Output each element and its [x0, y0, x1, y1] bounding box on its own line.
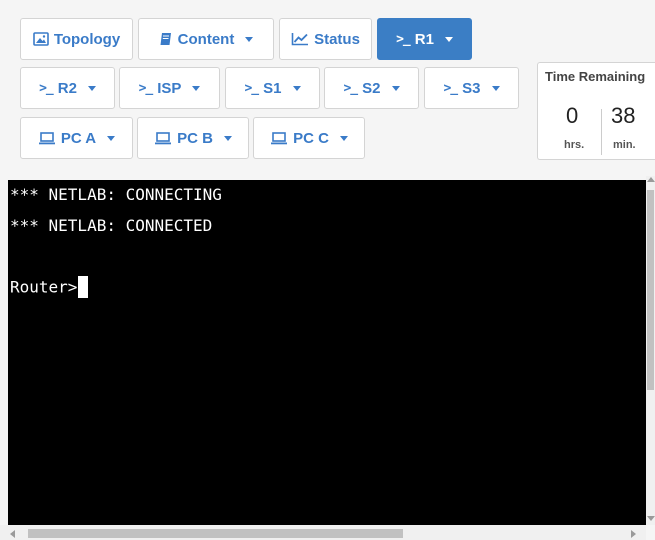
chevron-down-icon [87, 85, 96, 91]
laptop-icon [270, 131, 288, 145]
hours-unit: hrs. [564, 139, 585, 151]
terminal-prompt-icon: >_ [443, 80, 458, 96]
terminal-prompt-line: Router> [10, 276, 89, 299]
scroll-right-arrow-icon[interactable] [631, 530, 636, 538]
s1-label: S1 [263, 79, 282, 97]
hours-value: 0 [566, 103, 579, 128]
terminal-line: *** NETLAB: CONNECTED [10, 216, 213, 235]
pc-a-button[interactable]: PC A [20, 117, 133, 159]
minutes-value: 38 [611, 103, 636, 128]
terminal-console[interactable]: *** NETLAB: CONNECTING *** NETLAB: CONNE… [8, 180, 646, 525]
time-remaining-panel: Time Remaining 0 38 hrs. min. [537, 62, 655, 160]
r1-button[interactable]: >_ R1 [377, 18, 472, 60]
status-button[interactable]: Status [279, 18, 372, 60]
time-divider [601, 109, 602, 155]
r2-button[interactable]: >_ R2 [20, 67, 115, 109]
chevron-down-icon [223, 135, 232, 141]
vertical-scroll-thumb[interactable] [647, 190, 654, 390]
horizontal-scrollbar[interactable] [0, 525, 646, 540]
vertical-scrollbar[interactable] [646, 176, 655, 525]
s2-button[interactable]: >_ S2 [324, 67, 419, 109]
topology-label: Topology [53, 30, 121, 48]
terminal-prompt-icon: >_ [39, 80, 54, 96]
image-icon [33, 32, 49, 46]
laptop-icon [38, 131, 56, 145]
text-cursor [78, 276, 89, 298]
topology-button[interactable]: Topology [20, 18, 133, 60]
horizontal-scroll-thumb[interactable] [28, 529, 403, 538]
chevron-down-icon [391, 85, 400, 91]
time-remaining-title: Time Remaining [545, 69, 646, 84]
pc-c-button[interactable]: PC C [253, 117, 365, 159]
chevron-down-icon [491, 85, 500, 91]
pc-c-label: PC C [293, 129, 329, 147]
content-label: Content [177, 30, 235, 48]
status-label: Status [314, 30, 360, 48]
minutes-unit: min. [613, 139, 636, 151]
terminal-prompt-icon: >_ [396, 31, 411, 47]
scroll-down-arrow-icon[interactable] [647, 516, 655, 521]
chevron-down-icon [245, 36, 254, 42]
scroll-up-arrow-icon[interactable] [647, 177, 655, 182]
r1-label: R1 [414, 30, 434, 48]
laptop-icon [154, 131, 172, 145]
scroll-left-arrow-icon[interactable] [10, 530, 15, 538]
chevron-down-icon [444, 36, 453, 42]
book-icon [159, 32, 173, 46]
chevron-down-icon [339, 135, 348, 141]
terminal-prompt-icon: >_ [244, 80, 259, 96]
s3-label: S3 [462, 79, 481, 97]
pc-a-label: PC A [60, 129, 97, 147]
s1-button[interactable]: >_ S1 [225, 67, 320, 109]
chart-line-icon [291, 32, 309, 46]
pc-b-button[interactable]: PC B [137, 117, 249, 159]
r2-label: R2 [57, 79, 77, 97]
router-prompt: Router> [10, 277, 78, 297]
chevron-down-icon [107, 135, 116, 141]
isp-label: ISP [157, 79, 182, 97]
pc-b-label: PC B [177, 129, 213, 147]
s3-button[interactable]: >_ S3 [424, 67, 519, 109]
terminal-prompt-icon: >_ [138, 80, 154, 96]
chevron-down-icon [292, 85, 301, 91]
terminal-line: *** NETLAB: CONNECTING [10, 185, 222, 204]
terminal-prompt-icon: >_ [343, 80, 358, 96]
chevron-down-icon [192, 85, 201, 91]
content-button[interactable]: Content [138, 18, 274, 60]
s2-label: S2 [362, 79, 381, 97]
isp-button[interactable]: >_ ISP [119, 67, 220, 109]
